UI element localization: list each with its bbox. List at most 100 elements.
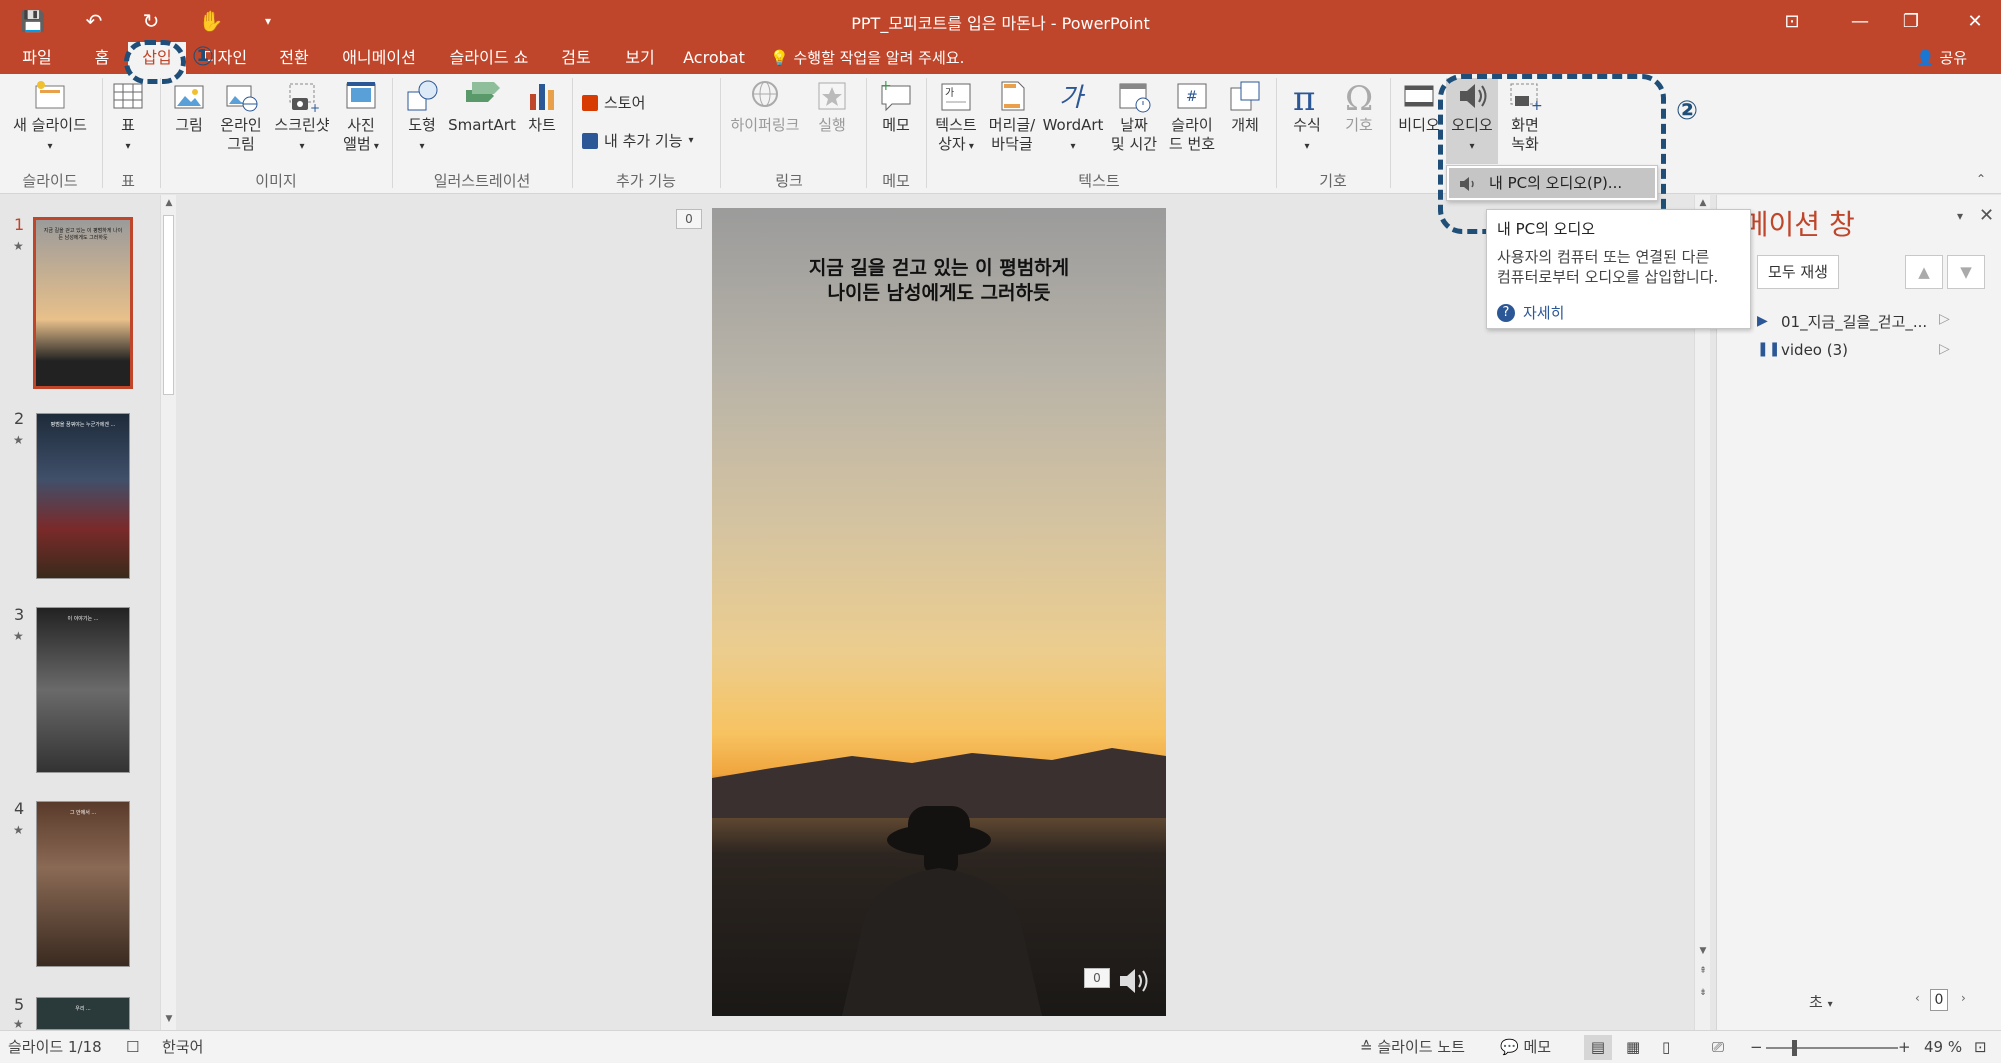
slideshow-view-icon[interactable]: ⎚ [1712, 1031, 1724, 1063]
zoom-out-icon[interactable]: − [1750, 1031, 1763, 1063]
svg-text:가: 가 [945, 87, 954, 99]
scroll-down-icon[interactable]: ▼ [161, 1011, 177, 1027]
previous-slide-icon[interactable]: ⇞ [1695, 963, 1711, 979]
slide-number-button[interactable]: # 슬라이 드 번호 [1164, 78, 1220, 154]
zoom-level[interactable]: 49 % [1924, 1031, 1962, 1063]
chart-button[interactable]: 차트 [520, 78, 564, 135]
tab-review[interactable]: 검토 [554, 42, 598, 74]
store-icon [582, 94, 598, 111]
tell-me-box[interactable]: 💡 수행할 작업을 알려 주세요. [770, 42, 964, 74]
minimize-button[interactable]: — [1840, 6, 1880, 36]
slide-thumbnail-4[interactable]: 그 안에서 ... [36, 801, 130, 967]
play-all-button[interactable]: 모두 재생 [1757, 255, 1839, 289]
store-label: 스토어 [604, 94, 646, 112]
reading-view-icon[interactable]: ▯ [1662, 1031, 1670, 1063]
my-addins-label: 내 추가 기능 [604, 132, 683, 150]
notes-button[interactable]: ≙ 슬라이드 노트 [1360, 1031, 1465, 1063]
chevron-down-icon: ▾ [688, 135, 694, 146]
textbox-button[interactable]: 가 텍스트 상자 ▾ [930, 78, 982, 156]
audio-from-pc-menu-item[interactable]: 내 PC의 오디오(P)... [1449, 168, 1655, 198]
my-addins-button[interactable]: 내 추가 기능 ▾ [582, 130, 694, 151]
store-button[interactable]: 스토어 [582, 92, 645, 113]
tab-animations[interactable]: 애니메이션 [336, 42, 422, 74]
comments-button[interactable]: 💬 메모 [1500, 1031, 1551, 1063]
thumbnail-text: 평범을 꿈꿔야는 누군가에겐 ... [50, 422, 116, 428]
shapes-button[interactable]: 도형 ▾ [400, 78, 444, 156]
hyperlink-button[interactable]: 하이퍼링크 [724, 78, 806, 135]
wordart-button[interactable]: 가 WordArt ▾ [1042, 78, 1104, 156]
zoom-out-timeline-icon[interactable]: ‹ [1915, 991, 1920, 1005]
photo-album-icon [346, 82, 376, 109]
scroll-thumb[interactable] [163, 215, 174, 395]
move-up-button[interactable]: ▲ [1905, 255, 1943, 289]
equation-button[interactable]: π 수식 ▾ [1284, 78, 1330, 156]
thumbnail-number: 3 [14, 605, 25, 624]
item-dropdown-icon[interactable]: ▷ [1939, 341, 1950, 357]
slide-sorter-icon[interactable]: ▦ [1626, 1031, 1640, 1063]
tooltip-more-link[interactable]: ? 자세히 [1497, 302, 1564, 323]
collapse-ribbon-icon[interactable]: ⌃ [1976, 172, 1986, 186]
pi-icon: π [1293, 79, 1315, 114]
scroll-up-icon[interactable]: ▲ [161, 195, 177, 211]
spell-check-icon[interactable]: ☐ [126, 1031, 139, 1063]
slide-thumbnail-2[interactable]: 평범을 꿈꿔야는 누군가에겐 ... [36, 413, 130, 579]
tab-transitions[interactable]: 전환 [272, 42, 316, 74]
object-button[interactable]: 개체 [1222, 78, 1268, 135]
zoom-slider-track[interactable] [1766, 1047, 1898, 1049]
ribbon-separator [572, 78, 573, 188]
comment-bubble-icon: 💬 [1500, 1038, 1519, 1056]
shapes-label: 도형 [408, 116, 436, 134]
zoom-slider-thumb[interactable] [1792, 1040, 1797, 1056]
photo-album-button[interactable]: 사진 앨범 ▾ [338, 78, 384, 156]
animation-item[interactable]: 01_지금_길을_걷고_... [1781, 311, 1927, 332]
item-dropdown-icon[interactable]: ▷ [1939, 311, 1950, 327]
move-down-button[interactable]: ▼ [1947, 255, 1985, 289]
slide-thumbnail-3[interactable]: 이 이야기는 ... [36, 607, 130, 773]
picture-button[interactable]: 그림 [168, 78, 210, 135]
thumbnail-number: 1 [14, 215, 25, 234]
new-slide-button[interactable]: 새 슬라이드 ▾ [4, 78, 96, 156]
close-button[interactable]: ✕ [1955, 6, 1995, 36]
share-button[interactable]: 👤 공유 [1916, 42, 1967, 74]
tab-slideshow[interactable]: 슬라이드 쇼 [444, 42, 534, 74]
comment-button[interactable]: + 메모 [872, 78, 920, 135]
action-button[interactable]: 실행 [810, 78, 854, 135]
next-slide-icon[interactable]: ⇟ [1695, 985, 1711, 1001]
restore-button[interactable]: ❐ [1891, 6, 1931, 36]
online-picture-button[interactable]: 온라인 그림 [212, 78, 270, 154]
ribbon-display-icon[interactable]: ⊡ [1772, 6, 1812, 36]
audio-speaker-icon[interactable] [1118, 966, 1154, 996]
header-footer-button[interactable]: 머리글/바닥글 [984, 78, 1040, 154]
thumbnail-scrollbar[interactable]: ▲ ▼ [160, 195, 176, 1030]
tab-home[interactable]: 홈 [84, 42, 120, 74]
ribbon: 새 슬라이드 ▾ 슬라이드 표 ▾ 표 그림 온라인 그림 + 스크린샷 ▾ 사진 앨범 … [0, 74, 2001, 194]
symbol-label: 기호 [1345, 116, 1373, 134]
datetime-button[interactable]: 날짜 및 시간 [1106, 78, 1162, 154]
comment-icon: + [880, 78, 911, 112]
fit-to-window-icon[interactable]: ⊡ [1974, 1031, 1987, 1063]
online-picture-label-2: 그림 [227, 135, 255, 153]
timeline-zoom-box[interactable]: 0 [1930, 989, 1948, 1011]
pane-options-icon[interactable]: ▾ [1957, 209, 1963, 223]
svg-text:Ω: Ω [1345, 79, 1373, 114]
tab-view[interactable]: 보기 [618, 42, 662, 74]
video-button[interactable]: 비디오 [1394, 78, 1444, 135]
tab-acrobat[interactable]: Acrobat [682, 42, 746, 74]
tab-file[interactable]: 파일 [10, 42, 64, 74]
language-status[interactable]: 한국어 [162, 1031, 203, 1063]
smartart-button[interactable]: SmartArt [448, 78, 516, 135]
zoom-in-timeline-icon[interactable]: › [1961, 991, 1966, 1005]
zoom-in-icon[interactable]: + [1898, 1031, 1911, 1063]
animation-item[interactable]: video (3) [1781, 341, 1848, 359]
action-icon [818, 82, 846, 110]
slide-canvas[interactable]: 지금 길을 걷고 있는 이 평범하게 나이든 남성에게도 그러하듯 0 [712, 208, 1166, 1016]
slide-thumbnail-1[interactable]: 지금 길을 걷고 있는 이 평범하게 나이든 남성에게도 그러하듯 [33, 217, 133, 389]
scroll-down-icon[interactable]: ▼ [1695, 943, 1711, 959]
slide-thumbnail-5[interactable]: 우리 ... [36, 997, 130, 1030]
close-pane-icon[interactable]: ✕ [1979, 205, 1994, 226]
symbol-button[interactable]: Ω 기호 [1336, 78, 1382, 135]
screenshot-button[interactable]: + 스크린샷 ▾ [270, 78, 334, 156]
seconds-dropdown[interactable]: 초 ▾ [1809, 991, 1833, 1012]
table-button[interactable]: 표 ▾ [108, 78, 148, 156]
normal-view-icon[interactable]: ▤ [1584, 1035, 1612, 1060]
